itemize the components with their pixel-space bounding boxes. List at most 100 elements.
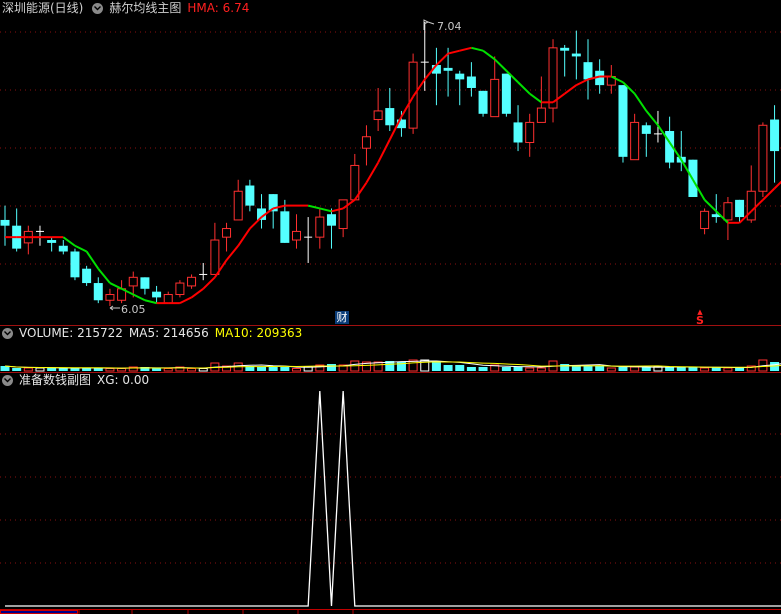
volume-bar — [478, 367, 488, 371]
hma-segment — [435, 52, 449, 66]
candle-body — [443, 67, 453, 71]
candle-body — [292, 230, 301, 241]
candle-body — [536, 107, 546, 123]
volume-bar — [641, 367, 651, 371]
candle — [583, 39, 593, 100]
finance-marker[interactable]: 财 — [335, 311, 349, 324]
period-selector[interactable] — [0, 610, 78, 614]
volume-bar — [606, 367, 616, 372]
hma-segment — [529, 92, 542, 104]
candle-body — [723, 202, 733, 221]
candle-body — [245, 185, 255, 206]
volume-bar — [280, 367, 290, 371]
hma-segment — [377, 139, 391, 164]
volume-bars — [0, 359, 781, 372]
chart-canvas[interactable]: 7.04 6.05 — [0, 0, 781, 614]
stock-title: 深圳能源(日线) — [2, 1, 84, 15]
candle — [560, 44, 570, 77]
candle-body — [128, 276, 138, 287]
volume-bar — [676, 367, 686, 371]
candle-body — [140, 277, 150, 289]
candle-body — [700, 210, 710, 230]
candle — [23, 225, 33, 255]
hma-segment — [62, 236, 76, 247]
candle — [257, 194, 267, 229]
hma-segment — [319, 207, 332, 213]
volume-value: VOLUME: 215722 — [19, 326, 123, 340]
low-arrow-icon — [109, 305, 120, 311]
candle — [199, 262, 208, 281]
candle — [326, 208, 336, 249]
candle-body — [373, 110, 383, 121]
candle-body — [210, 239, 220, 275]
candle — [292, 214, 301, 249]
volume-bar — [292, 368, 301, 372]
volume-bar — [595, 366, 605, 371]
volume-bar — [12, 368, 22, 371]
volume-bar — [630, 366, 640, 372]
hma-segment — [471, 46, 484, 52]
candle — [12, 208, 22, 252]
candle — [47, 237, 57, 252]
candle — [513, 105, 523, 152]
xg-series-line — [5, 390, 781, 607]
candle-body — [630, 121, 640, 161]
candle-body — [490, 78, 500, 118]
candle — [641, 122, 651, 157]
volume-bar — [583, 366, 593, 371]
sub-indicator-name[interactable]: 准备数钱副图 — [19, 373, 91, 388]
candle — [105, 288, 115, 306]
volume-bar — [700, 367, 710, 372]
candle — [210, 222, 220, 275]
volume-ma10: MA10: 209363 — [214, 326, 303, 340]
candle — [187, 274, 197, 289]
volume-header: VOLUME: 215722 MA5: 214656 MA10: 209363 — [0, 326, 308, 341]
candle-body — [222, 228, 232, 238]
candle — [630, 113, 640, 161]
candle — [175, 280, 185, 298]
candle — [58, 240, 68, 255]
hma-segment — [97, 268, 111, 284]
candle — [350, 153, 360, 201]
candle — [233, 179, 243, 221]
hma-segment — [249, 216, 263, 230]
volume-bar — [513, 367, 523, 371]
main-header: 深圳能源(日线) 赫尔均线主图 HMA: 6.74 — [2, 1, 255, 16]
hma-segment — [564, 84, 577, 95]
candle — [758, 122, 768, 197]
candle — [478, 90, 488, 117]
indicator-name[interactable]: 赫尔均线主图 — [109, 1, 181, 16]
volume-bar — [23, 367, 33, 372]
indicator-menu-chevron-icon[interactable] — [92, 3, 104, 14]
sell-signal-label: S — [696, 314, 704, 327]
volume-bar — [735, 368, 745, 371]
low-price-label: 6.05 — [121, 303, 146, 316]
candle-body — [455, 73, 465, 80]
volume-bar — [257, 367, 267, 371]
candle-body — [770, 119, 780, 152]
candle-body — [82, 268, 92, 284]
hma-segment — [517, 81, 531, 95]
candle-body — [280, 211, 290, 243]
xg-line — [5, 390, 781, 607]
candle — [35, 225, 44, 246]
hma-segment — [109, 282, 123, 290]
volume-bar — [35, 367, 45, 372]
volume-bar — [152, 368, 162, 371]
sub-indicator-menu-chevron-icon[interactable] — [2, 375, 13, 386]
hma-segment — [225, 245, 239, 261]
candle — [770, 105, 780, 183]
hma-segment — [179, 296, 193, 305]
volume-bar — [443, 365, 453, 371]
volume-menu-chevron-icon[interactable] — [2, 328, 13, 339]
hma-segment — [85, 250, 100, 270]
candle — [222, 222, 232, 252]
volume-bar — [198, 368, 208, 372]
candle — [618, 85, 628, 163]
candle-body — [583, 62, 593, 80]
hma-segment — [494, 58, 508, 72]
candle — [82, 265, 92, 286]
candle-body — [58, 245, 68, 252]
hma-segment — [773, 180, 781, 190]
sell-signal-marker[interactable]: ▲ S — [694, 309, 706, 327]
